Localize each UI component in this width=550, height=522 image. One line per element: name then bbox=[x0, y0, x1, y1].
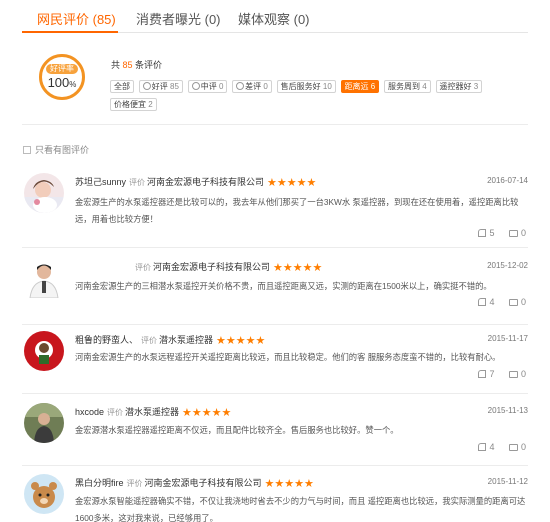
frown-icon bbox=[236, 82, 245, 90]
reviewed-company[interactable]: 河南金宏源电子科技有限公司 bbox=[153, 262, 270, 272]
reviewer-name[interactable]: 粗鲁的野蛮人、 bbox=[75, 335, 138, 345]
reviewed-company[interactable]: 潜水泵遥控器 bbox=[159, 335, 213, 345]
reviewed-company[interactable]: 河南金宏源电子科技有限公司 bbox=[147, 177, 264, 187]
review-summary: 好评率 100% 共 85 条评价 全部 好评 85 中评 0 差评 0 售后服… bbox=[22, 33, 528, 125]
tag-negative[interactable]: 差评 0 bbox=[232, 80, 272, 93]
review-meta: hxcode 评价 潜水泵遥控器 ★★★★★ bbox=[75, 407, 232, 419]
avatar bbox=[24, 173, 64, 213]
review-date: 2015-11-12 bbox=[487, 477, 528, 486]
review-meta: 粗鲁的野蛮人、 评价 潜水泵遥控器 ★★★★★ bbox=[75, 335, 266, 347]
tag-good-remote[interactable]: 遥控器好 3 bbox=[435, 80, 483, 93]
tag-positive[interactable]: 好评 85 bbox=[138, 80, 183, 93]
rating-stars: ★★★★★ bbox=[216, 335, 266, 347]
review-date: 2015-11-13 bbox=[487, 406, 528, 415]
like-button[interactable]: 4 bbox=[478, 297, 494, 307]
tab-consumer-exposure[interactable]: 消费者曝光 (0) bbox=[136, 9, 221, 28]
total-count: 85 bbox=[122, 60, 133, 70]
photo-only-filter[interactable]: 只看有图评价 bbox=[23, 143, 89, 156]
comment-button[interactable]: 0 bbox=[508, 297, 526, 307]
review-meta: 苏坦己sunny 评价 河南金宏源电子科技有限公司 ★★★★★ bbox=[75, 177, 317, 189]
tag-cheap-price[interactable]: 价格便宜 2 bbox=[110, 98, 157, 111]
review-date: 2015-11-17 bbox=[487, 334, 528, 343]
tag-filters: 全部 好评 85 中评 0 差评 0 售后服务好 10 距离远 6 服务周到 4… bbox=[110, 80, 520, 116]
comment-icon bbox=[508, 299, 518, 306]
positive-rate-label: 好评率 bbox=[46, 64, 78, 74]
reviewer-name[interactable]: hxcode bbox=[75, 407, 104, 417]
reviewer-name[interactable]: 黑白分明fire bbox=[75, 478, 124, 488]
reviewed-company[interactable]: 潜水泵遥控器 bbox=[125, 407, 179, 417]
like-button[interactable]: 4 bbox=[478, 442, 494, 452]
like-button[interactable]: 5 bbox=[478, 228, 494, 238]
smile-icon bbox=[142, 82, 151, 90]
avatar bbox=[24, 331, 64, 371]
rating-stars: ★★★★★ bbox=[273, 262, 323, 274]
review-item: 黑白分明fire 评价 河南金宏源电子科技有限公司 ★★★★★ 2015-11-12 … bbox=[22, 474, 528, 522]
rating-stars: ★★★★★ bbox=[267, 177, 317, 189]
review-text: 河南金宏源生产的水泵远程遥控开关遥控距离比较远，而且比较稳定。他们的客 服服务态… bbox=[75, 352, 501, 362]
total-reviews: 共 85 条评价 bbox=[111, 60, 163, 70]
review-text: 金宏源水泵智能遥控器确实不错，不仅让我浇地时省去不少的力气与时间，而且 遥控距离… bbox=[75, 496, 526, 522]
tag-long-distance[interactable]: 距离远 6 bbox=[340, 80, 380, 93]
thumbs-up-icon bbox=[478, 370, 487, 378]
tag-good-service[interactable]: 售后服务好 10 bbox=[276, 80, 336, 93]
comment-button[interactable]: 0 bbox=[508, 228, 526, 238]
review-text: 金宏源潜水泵遥控器遥控距离不仅远，而且配件比较齐全。售后服务也比较好。赞一个。 bbox=[75, 425, 399, 435]
tag-all[interactable]: 全部 bbox=[110, 80, 134, 93]
review-item: hxcode 评价 潜水泵遥控器 ★★★★★ 2015-11-13 金宏源潜水泵遥控器… bbox=[22, 403, 528, 466]
neutral-icon bbox=[191, 82, 200, 90]
review-actions: 7 0 bbox=[466, 369, 526, 379]
avatar bbox=[24, 474, 64, 514]
reviewed-company[interactable]: 河南金宏源电子科技有限公司 bbox=[145, 478, 262, 488]
review-actions: 4 0 bbox=[466, 297, 526, 307]
avatar bbox=[24, 258, 64, 298]
reviewer-name[interactable]: 苏坦己sunny bbox=[75, 177, 126, 187]
positive-rate-circle: 好评率 100% bbox=[39, 54, 85, 100]
tag-thoughtful-service[interactable]: 服务周到 4 bbox=[384, 80, 431, 93]
rating-stars: ★★★★★ bbox=[264, 478, 314, 490]
comment-button[interactable]: 0 bbox=[508, 369, 526, 379]
review-item: 粗鲁的野蛮人、 评价 潜水泵遥控器 ★★★★★ 2015-11-17 河南金宏源生产的… bbox=[22, 331, 528, 394]
tab-media-observation[interactable]: 媒体观察 (0) bbox=[238, 9, 310, 28]
review-text: 金宏源生产的水泵遥控器还是比较可以的，我去年从他们那买了一台3KW水 泵遥控器，… bbox=[75, 197, 519, 224]
comment-icon bbox=[508, 230, 518, 237]
checkbox-icon[interactable] bbox=[23, 146, 31, 154]
review-item: 苏坦己sunny 评价 河南金宏源电子科技有限公司 ★★★★★ 2016-07-14 … bbox=[22, 173, 528, 248]
review-meta: 黑白分明fire 评价 河南金宏源电子科技有限公司 ★★★★★ bbox=[75, 478, 314, 490]
review-item: 评价 河南金宏源电子科技有限公司 ★★★★★ 2015-12-02 河南金宏源生产的… bbox=[22, 258, 528, 325]
review-actions: 4 0 bbox=[466, 442, 526, 452]
tab-netizen-reviews[interactable]: 网民评价 (85) bbox=[37, 9, 116, 28]
comment-icon bbox=[508, 444, 518, 451]
thumbs-up-icon bbox=[478, 229, 487, 237]
thumbs-up-icon bbox=[478, 443, 487, 451]
positive-rate-value: 100% bbox=[47, 75, 77, 90]
comment-button[interactable]: 0 bbox=[508, 442, 526, 452]
review-date: 2016-07-14 bbox=[487, 176, 528, 185]
review-tabs: 网民评价 (85) 消费者曝光 (0) 媒体观察 (0) bbox=[22, 0, 528, 33]
avatar bbox=[24, 403, 64, 443]
thumbs-up-icon bbox=[478, 298, 487, 306]
review-date: 2015-12-02 bbox=[487, 261, 528, 270]
review-text: 河南金宏源生产的三相潜水泵遥控开关价格不贵，而且遥控距离又远，实测的距离在150… bbox=[75, 281, 492, 291]
review-meta: 评价 河南金宏源电子科技有限公司 ★★★★★ bbox=[135, 262, 323, 274]
tag-neutral[interactable]: 中评 0 bbox=[187, 80, 228, 93]
rating-stars: ★★★★★ bbox=[182, 407, 232, 419]
review-actions: 5 0 bbox=[466, 228, 526, 238]
like-button[interactable]: 7 bbox=[478, 369, 494, 379]
comment-icon bbox=[508, 371, 518, 378]
